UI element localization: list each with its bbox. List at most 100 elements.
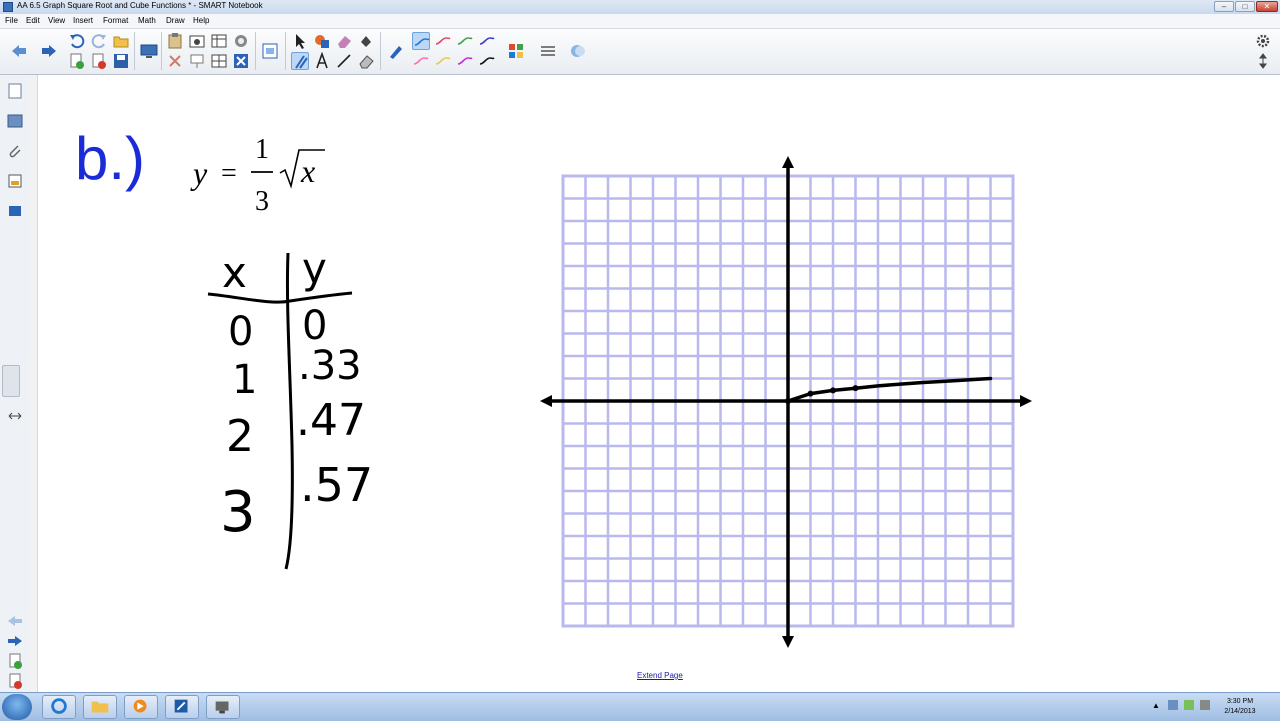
previous-page-icon[interactable] [6,612,24,630]
table-icon[interactable] [210,32,228,50]
table-cell-y-2: .47 [296,395,366,446]
addons-icon[interactable] [6,202,24,220]
pen-icon[interactable] [387,42,405,60]
pen-color-1[interactable] [412,32,430,50]
menu-edit[interactable]: Edit [26,16,40,25]
line-style-icon[interactable] [539,42,557,60]
panel-collapse-handle[interactable] [2,365,20,397]
table-header-x: x [222,248,247,297]
start-button[interactable] [2,694,32,720]
delete-page-sidebar-icon[interactable] [6,672,24,690]
eraser-icon[interactable] [335,32,353,50]
extend-page-link[interactable]: Extend Page [637,671,683,680]
delete-page-icon[interactable] [90,52,108,70]
fill-icon[interactable] [357,32,375,50]
capture-icon[interactable] [188,32,206,50]
menu-file[interactable]: File [5,16,18,25]
menu-format[interactable]: Format [103,16,128,25]
volume-icon[interactable] [1200,700,1210,710]
equation-denominator: 3 [255,186,269,217]
pen-color-5[interactable] [412,52,430,70]
smart-notebook-icon [3,2,13,12]
data-point [830,387,836,394]
clear-icon[interactable] [188,52,206,70]
color-palette-icon[interactable] [507,42,525,60]
pen-color-4[interactable] [478,32,496,50]
transparency-icon[interactable] [569,42,587,60]
part-label: b.) [75,125,146,192]
eraser-tool-icon[interactable] [357,52,375,70]
back-icon[interactable] [10,42,28,60]
table-cell-x-3: 3 [220,480,256,545]
smart-notebook-icon[interactable] [165,695,199,719]
menu-help[interactable]: Help [193,16,209,25]
screen-shade-icon[interactable] [140,42,158,60]
next-page-icon[interactable] [6,632,24,650]
network-icon[interactable] [1184,700,1194,710]
side-panel [0,75,31,692]
gallery-icon[interactable] [6,112,24,130]
paste-icon[interactable] [166,32,184,50]
open-icon[interactable] [112,32,130,50]
pen-color-2[interactable] [434,32,452,50]
settings-icon[interactable] [1254,32,1272,50]
cut-icon[interactable] [166,52,184,70]
smart-tools-icon[interactable] [206,695,240,719]
title-bar: AA 6.5 Graph Square Root and Cube Functi… [0,0,1280,15]
x-axis-arrow-right [1020,395,1032,407]
clock[interactable]: 3:30 PM 2/14/2013 [1216,697,1264,717]
internet-explorer-icon[interactable] [42,695,76,719]
table-cell-x-2: 2 [226,411,254,462]
attachments-icon[interactable] [6,142,24,160]
pen-color-6[interactable] [434,52,452,70]
menu-view[interactable]: View [48,16,65,25]
file-explorer-icon[interactable] [83,695,117,719]
maximize-button[interactable]: □ [1235,1,1255,12]
clock-time: 3:30 PM [1226,698,1254,705]
menu-draw[interactable]: Draw [166,16,185,25]
data-point [785,398,791,404]
properties-icon[interactable] [6,172,24,190]
coordinate-grid [540,156,1032,648]
toolbar-position-icon[interactable] [1254,52,1272,70]
line-icon[interactable] [335,52,353,70]
magic-pen-icon[interactable] [291,52,309,70]
tray-smart-icon[interactable] [1168,700,1178,710]
table-insert-icon[interactable] [210,52,228,70]
table-cell-y-3: .57 [300,458,373,512]
forward-icon[interactable] [40,42,58,60]
page-sorter-icon[interactable] [6,82,24,100]
menu-math[interactable]: Math [138,16,156,25]
pen-color-3[interactable] [456,32,474,50]
pen-color-7[interactable] [456,52,474,70]
redo-icon[interactable] [90,32,108,50]
pen-color-8[interactable] [478,52,496,70]
x-axis-arrow-left [540,395,552,407]
panel-move-icon[interactable] [6,407,24,425]
media-player-icon[interactable] [124,695,158,719]
table-header-y: y [302,245,327,293]
document-camera-icon[interactable] [232,32,250,50]
add-page-sidebar-icon[interactable] [6,652,24,670]
menu-insert[interactable]: Insert [73,16,93,25]
shape-icon[interactable] [313,32,331,50]
close-button[interactable]: ✕ [1256,1,1278,12]
text-icon[interactable] [313,52,331,70]
menu-bar: File Edit View Insert Format Math Draw H… [0,14,1280,29]
equation-y: y [190,155,208,191]
undo-icon[interactable] [68,32,86,50]
select-icon[interactable] [291,32,309,50]
equation-equals: = [221,158,237,189]
minimize-button[interactable]: ‒ [1214,1,1234,12]
full-screen-icon[interactable] [261,42,279,60]
equation: y = 1 3 x [190,134,325,217]
taskbar: ▲ 3:30 PM 2/14/2013 [0,692,1280,721]
save-icon[interactable] [112,52,130,70]
show-hidden-icons[interactable]: ▲ [1152,701,1160,710]
table-cell-y-1: .33 [298,343,362,389]
vertical-scrollbar[interactable] [30,75,38,692]
delete-icon[interactable] [232,52,250,70]
equation-numerator: 1 [255,134,269,165]
add-page-icon[interactable] [68,52,86,70]
window-title: AA 6.5 Graph Square Root and Cube Functi… [17,1,263,10]
